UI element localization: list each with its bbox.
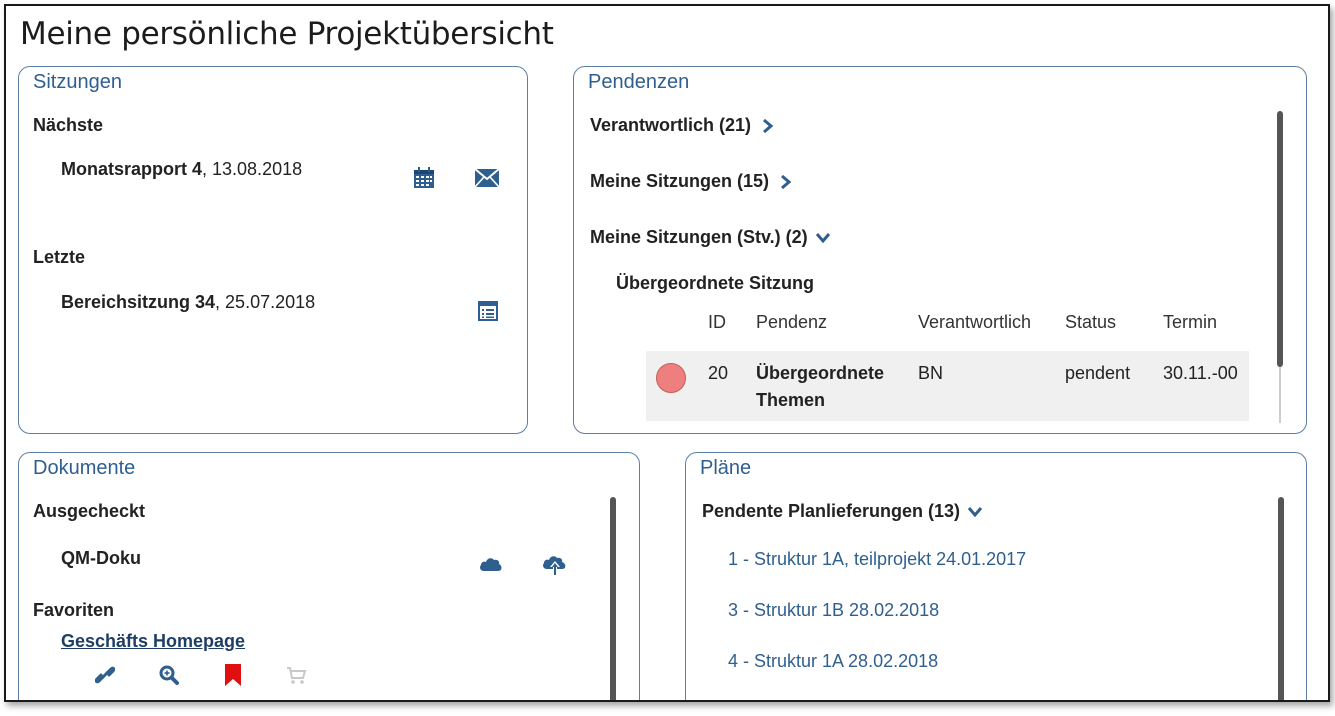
chevron-down-icon[interactable] <box>967 506 983 518</box>
sitzungen-title: Sitzungen <box>33 71 122 93</box>
cart-icon[interactable] <box>287 667 307 685</box>
chevron-right-icon[interactable] <box>780 174 792 190</box>
cloud-icon[interactable] <box>479 556 503 572</box>
plaene-panel: Pläne Pendente Planlieferungen (13) 1 - … <box>685 452 1307 700</box>
dokumente-panel: Dokumente Ausgecheckt QM-Doku Favoriten … <box>18 452 640 700</box>
favorites-label: Favoriten <box>33 600 115 620</box>
next-meeting-date: , 13.08.2018 <box>202 159 303 179</box>
pendenzen-scroll-rail <box>1279 367 1281 423</box>
checked-out-item[interactable]: QM-Doku <box>61 548 141 569</box>
search-icon[interactable] <box>159 665 179 685</box>
col-header-pendenz[interactable]: Pendenz <box>756 312 827 333</box>
plaene-title: Pläne <box>700 457 752 479</box>
group-pendente-planlieferungen-label: Pendente Planlieferungen (13) <box>702 501 961 521</box>
pendenzen-panel: Pendenzen Verantwortlich (21) Meine Sitz… <box>573 66 1307 434</box>
group-pendente-planlieferungen[interactable]: Pendente Planlieferungen (13) <box>702 501 983 522</box>
chevron-right-icon[interactable] <box>762 118 774 134</box>
plan-item[interactable]: 1 - Struktur 1A, teilprojekt 24.01.2017 <box>728 549 1026 570</box>
checked-out-label: Ausgecheckt <box>33 501 146 521</box>
group-meine-sitzungen-stv[interactable]: Meine Sitzungen (Stv.) (2) <box>590 227 831 248</box>
group-verantwortlich[interactable]: Verantwortlich (21) <box>590 115 774 136</box>
pendenzen-scrollbar[interactable] <box>1277 111 1283 367</box>
col-header-verantwortlich[interactable]: Verantwortlich <box>918 312 1031 333</box>
row-termin: 30.11.-00 <box>1163 363 1238 383</box>
envelope-icon[interactable] <box>475 169 499 187</box>
group-verantwortlich-label: Verantwortlich (21) <box>590 115 752 135</box>
bookmark-icon[interactable] <box>225 664 241 686</box>
list-icon[interactable] <box>478 301 498 321</box>
group-meine-sitzungen-stv-label: Meine Sitzungen (Stv.) (2) <box>590 227 808 247</box>
row-pendenz-line2: Themen <box>756 390 826 410</box>
row-verantwortlich: BN <box>918 363 944 383</box>
table-row[interactable] <box>646 351 1249 421</box>
next-label: Nächste <box>33 115 104 135</box>
group-meine-sitzungen[interactable]: Meine Sitzungen (15) <box>590 171 792 192</box>
chevron-down-icon[interactable] <box>815 232 831 244</box>
link-icon[interactable] <box>95 665 115 685</box>
row-id: 20 <box>708 363 729 383</box>
subgroup-title: Übergeordnete Sitzung <box>616 273 815 293</box>
next-meeting[interactable]: Monatsrapport 4, 13.08.2018 <box>61 159 302 180</box>
group-meine-sitzungen-label: Meine Sitzungen (15) <box>590 171 770 191</box>
sitzungen-panel: Sitzungen Nächste Monatsrapport 4, 13.08… <box>18 66 528 434</box>
plaene-scrollbar[interactable] <box>1278 497 1284 700</box>
row-status: pendent <box>1065 363 1131 383</box>
app-window: Meine persönliche Projektübersicht Sitzu… <box>4 4 1330 702</box>
last-meeting[interactable]: Bereichsitzung 34, 25.07.2018 <box>61 292 315 313</box>
plan-item[interactable]: 4 - Struktur 1A 28.02.2018 <box>728 651 938 672</box>
last-meeting-name: Bereichsitzung 34 <box>61 292 216 312</box>
cloud-upload-icon[interactable] <box>542 553 568 577</box>
calendar-icon[interactable] <box>413 167 435 189</box>
favorite-link-homepage[interactable]: Geschäfts Homepage <box>61 631 245 652</box>
status-indicator <box>656 363 686 393</box>
plan-item[interactable]: 3 - Struktur 1B 28.02.2018 <box>728 600 939 621</box>
dokumente-title: Dokumente <box>33 457 136 479</box>
last-label: Letzte <box>33 247 86 267</box>
row-pendenz-line1: Übergeordnete <box>756 363 885 383</box>
dokumente-scrollbar[interactable] <box>610 497 616 700</box>
pendenzen-title: Pendenzen <box>588 71 690 93</box>
col-header-status[interactable]: Status <box>1065 312 1116 333</box>
next-meeting-name: Monatsrapport 4 <box>61 159 203 179</box>
last-meeting-date: , 25.07.2018 <box>215 292 316 312</box>
col-header-id[interactable]: ID <box>708 312 726 333</box>
col-header-termin[interactable]: Termin <box>1163 312 1217 333</box>
page-title: Meine persönliche Projektübersicht <box>20 16 554 52</box>
row-termin-clip: 30.11.-00 <box>1163 363 1249 384</box>
